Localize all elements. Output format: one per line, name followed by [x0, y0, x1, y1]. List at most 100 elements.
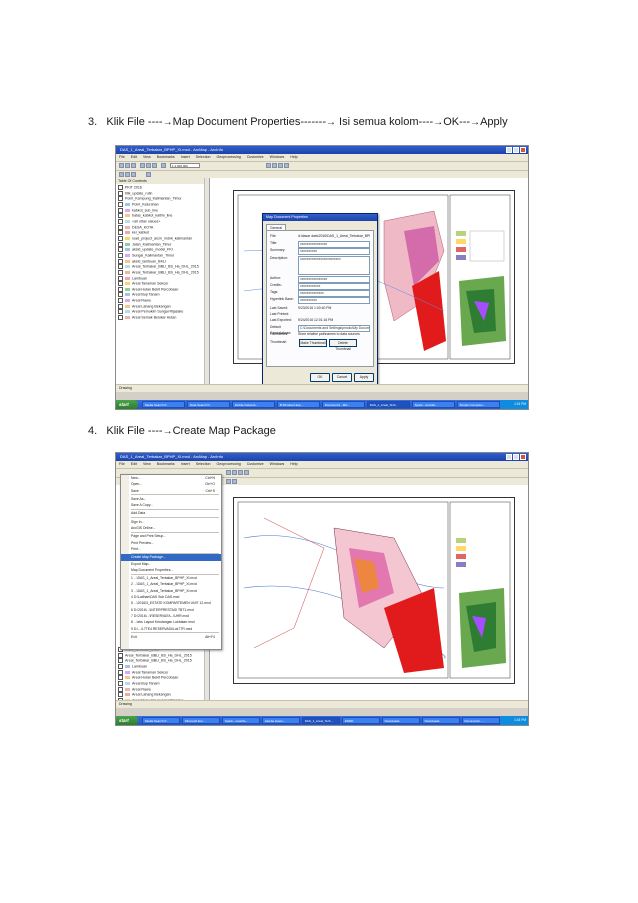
- menu-help[interactable]: Help: [290, 154, 297, 161]
- layer-checkbox[interactable]: [118, 692, 123, 698]
- layer-checkbox[interactable]: [118, 252, 123, 258]
- zoom-in-icon[interactable]: [226, 470, 231, 475]
- add-data-icon[interactable]: [161, 163, 166, 168]
- taskbar-task[interactable]: Downloads: [421, 717, 460, 724]
- layer-checkbox[interactable]: [118, 190, 123, 196]
- measure-icon[interactable]: [232, 479, 237, 484]
- menu-customize[interactable]: Customize: [247, 154, 264, 161]
- save-icon[interactable]: [131, 163, 136, 168]
- ok-button[interactable]: OK: [310, 373, 330, 382]
- select-icon[interactable]: [119, 172, 124, 177]
- pan-icon[interactable]: [278, 163, 283, 168]
- file-menu-item[interactable]: ArcGIS Online...: [121, 525, 221, 531]
- file-menu-item[interactable]: Save A Copy...: [121, 502, 221, 508]
- taskbar-task[interactable]: Spark - smartfo...: [411, 401, 456, 408]
- layer-checkbox[interactable]: [118, 185, 123, 190]
- taskbar-task[interactable]: Simple Computer...: [456, 401, 500, 408]
- minimize-icon[interactable]: [506, 454, 512, 460]
- taskbar-task[interactable]: Media Search P...: [142, 717, 181, 724]
- make-thumbnail-button[interactable]: Make Thumbnail: [299, 339, 327, 347]
- taskbar-task[interactable]: DAS_1_Areal_Terb...: [301, 717, 341, 724]
- summary-field[interactable]: xxxxxxxxxx: [298, 247, 370, 255]
- layer-checkbox[interactable]: [118, 286, 123, 292]
- new-icon[interactable]: [119, 163, 124, 168]
- pan-icon[interactable]: [238, 470, 243, 475]
- hyperlink-field[interactable]: xxxxxxxxxx: [298, 296, 370, 304]
- layer-checkbox[interactable]: [118, 218, 123, 224]
- menu-bookmarks[interactable]: Bookmarks: [157, 461, 175, 468]
- layer-checkbox[interactable]: [118, 207, 123, 213]
- layer-checkbox[interactable]: [118, 309, 123, 315]
- taskbar-task[interactable]: DAS_1_Areal_Terb...: [366, 401, 411, 408]
- zoom-out-icon[interactable]: [232, 470, 237, 475]
- minimize-icon[interactable]: [506, 147, 512, 153]
- taskbar-task[interactable]: Mobile Network...: [231, 401, 276, 408]
- layer-checkbox[interactable]: [118, 275, 123, 281]
- layer-checkbox[interactable]: [118, 663, 123, 669]
- taskbar-task[interactable]: Spark - smartfo...: [221, 717, 261, 724]
- maximize-icon[interactable]: [513, 147, 519, 153]
- layer-checkbox[interactable]: [118, 213, 123, 219]
- taskbar-task[interactable]: Media Search P...: [142, 401, 186, 408]
- menu-edit[interactable]: Edit: [131, 154, 137, 161]
- toc-scrollbar[interactable]: [204, 178, 209, 384]
- taskbar-task[interactable]: Downloads: [381, 717, 421, 724]
- zoom-in-icon[interactable]: [266, 163, 271, 168]
- menu-geoprocessing[interactable]: Geoprocessing: [217, 461, 241, 468]
- menu-view[interactable]: View: [143, 461, 151, 468]
- start-button[interactable]: start: [116, 400, 138, 409]
- layer-checkbox[interactable]: [118, 680, 123, 686]
- apply-button[interactable]: Apply: [354, 373, 374, 382]
- layer-checkbox[interactable]: [118, 315, 123, 321]
- hyperlink-icon[interactable]: [131, 172, 136, 177]
- taskbar-task[interactable]: Microsoft Exc...: [181, 717, 221, 724]
- layer-checkbox[interactable]: [118, 196, 123, 202]
- taskbar-task[interactable]: Data Search P...: [186, 401, 231, 408]
- maximize-icon[interactable]: [513, 454, 519, 460]
- menu-help[interactable]: Help: [290, 461, 297, 468]
- editor-icon[interactable]: [146, 172, 151, 177]
- cancel-button[interactable]: Cancel: [332, 373, 352, 382]
- identify-icon[interactable]: [284, 163, 289, 168]
- layer-checkbox[interactable]: [118, 258, 123, 264]
- taskbar-task[interactable]: Document1 - ...: [461, 717, 500, 724]
- layer-checkbox[interactable]: [118, 658, 123, 664]
- layer-checkbox[interactable]: [118, 247, 123, 253]
- taskbar-task[interactable]: Document1 - Mic...: [321, 401, 366, 408]
- menu-selection[interactable]: Selection: [196, 154, 211, 161]
- toc-layer-item[interactable]: Areal_Terbakar_BBLI_BS_Ha_DHL_2015: [118, 264, 209, 270]
- menu-bookmarks[interactable]: Bookmarks: [157, 154, 175, 161]
- identify-icon[interactable]: [244, 470, 249, 475]
- menu-geoprocessing[interactable]: Geoprocessing: [217, 154, 241, 161]
- menu-view[interactable]: View: [143, 154, 151, 161]
- toc-layer-item[interactable]: Areal Semak Belukar Hutan: [118, 315, 209, 321]
- menu-file[interactable]: File: [119, 461, 125, 468]
- zoom-out-icon[interactable]: [272, 163, 277, 168]
- layer-checkbox[interactable]: [118, 686, 123, 692]
- paste-icon[interactable]: [152, 163, 157, 168]
- layer-checkbox[interactable]: [118, 675, 123, 681]
- start-button[interactable]: start: [116, 716, 138, 725]
- scale-combo[interactable]: 1:1.000.000: [170, 163, 200, 168]
- layer-checkbox[interactable]: [118, 235, 123, 241]
- layer-checkbox[interactable]: [118, 652, 123, 658]
- file-menu-item[interactable]: Add Data: [121, 510, 221, 516]
- open-icon[interactable]: [125, 163, 130, 168]
- taskbar-task[interactable]: Aloebe lowon...: [261, 717, 301, 724]
- layer-checkbox[interactable]: [118, 264, 123, 270]
- layer-checkbox[interactable]: [118, 669, 123, 675]
- copy-icon[interactable]: [146, 163, 151, 168]
- cut-icon[interactable]: [140, 163, 145, 168]
- layer-checkbox[interactable]: [118, 241, 123, 247]
- taskbar-task[interactable]: DDDD: [341, 717, 381, 724]
- file-menu-item[interactable]: 9 D:\...\L7TE4 RESERVASI\Lok7TR.mxd: [121, 626, 221, 632]
- menu-edit[interactable]: Edit: [131, 461, 137, 468]
- layer-checkbox[interactable]: [118, 303, 123, 309]
- file-menu-item[interactable]: Print...: [121, 546, 221, 552]
- description-field[interactable]: xxxxxxxxxxxxxxxxxxxxxxxx: [298, 255, 370, 275]
- map-layout-view[interactable]: [211, 485, 528, 700]
- file-menu-item[interactable]: Exit Alt+F4: [121, 634, 221, 640]
- file-menu-item[interactable]: Save Ctrl+S: [121, 488, 221, 494]
- layer-checkbox[interactable]: [118, 281, 123, 287]
- taskbar-task[interactable]: B Windows Exp...: [276, 401, 321, 408]
